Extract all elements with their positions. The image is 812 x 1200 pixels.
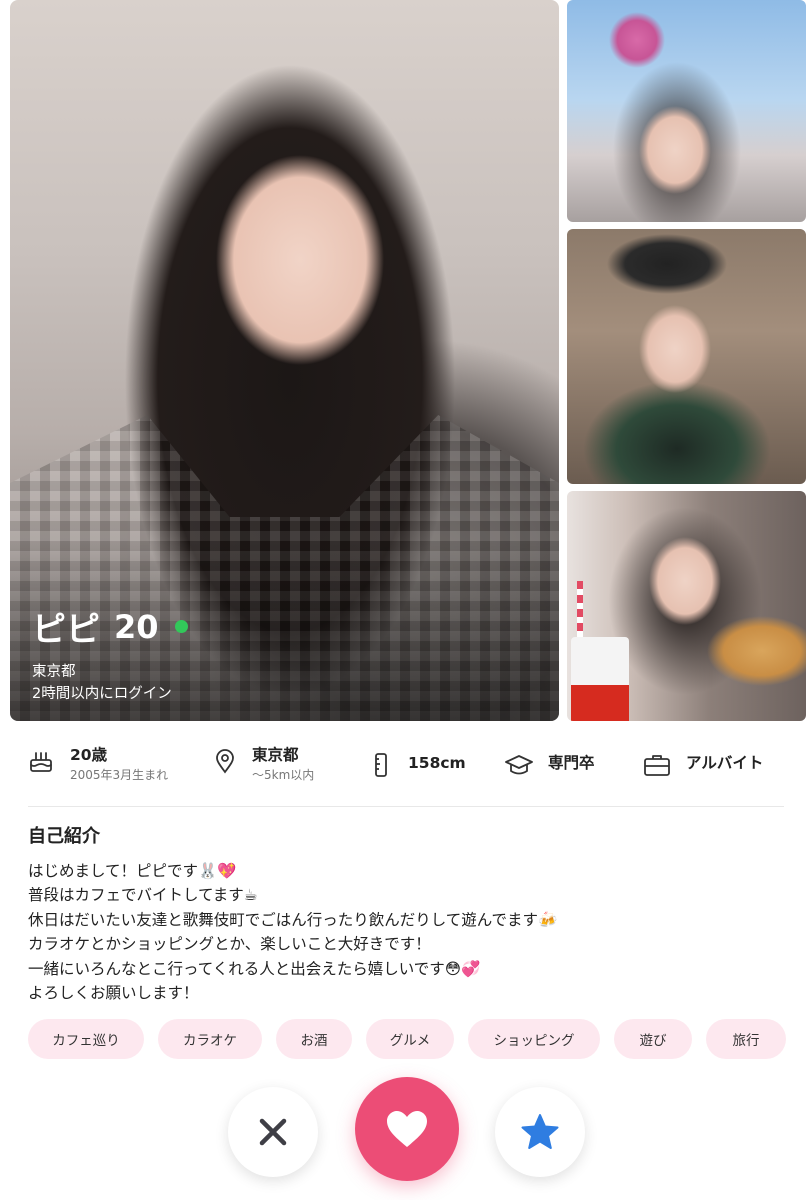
- info-occupation: アルバイト: [642, 752, 763, 778]
- interest-tags: カフェ巡り カラオケ お酒 グルメ ショッピング 遊び 旅行: [28, 1019, 798, 1059]
- intro-line: よろしくお願いします！: [28, 984, 199, 1003]
- info-height-value: 158cm: [408, 754, 466, 772]
- tag-karaoke[interactable]: カラオケ: [158, 1019, 262, 1059]
- info-education-value: 専門卒: [548, 754, 595, 772]
- intro-line: 普段はカフェでバイトしてます☕: [28, 886, 258, 905]
- pass-button[interactable]: [228, 1087, 318, 1177]
- intro-text: はじめまして！ピピです🐰💖 普段はカフェでバイトしてます☕ 休日はだいたい友達と…: [28, 859, 788, 1005]
- graduation-cap-icon: [505, 755, 533, 775]
- intro-line: はじめまして！ピピです🐰💖: [28, 862, 237, 880]
- tag-travel[interactable]: 旅行: [706, 1019, 786, 1059]
- intro-line: カラオケとかショッピングとか、楽しいこと大好きです！: [28, 935, 431, 954]
- like-button[interactable]: [355, 1077, 459, 1181]
- photo-detail: [571, 637, 629, 721]
- profile-location: 東京都: [32, 664, 76, 680]
- close-icon: [259, 1118, 287, 1146]
- tag-cafe[interactable]: カフェ巡り: [28, 1019, 144, 1059]
- tag-shopping[interactable]: ショッピング: [468, 1019, 600, 1059]
- main-profile-photo[interactable]: ピピ 20 東京都 2時間以内にログイン: [10, 0, 559, 721]
- info-location-value: 東京都: [252, 746, 299, 764]
- star-icon: [521, 1114, 559, 1149]
- briefcase-icon: [644, 755, 670, 776]
- info-occupation-value: アルバイト: [686, 754, 764, 772]
- side-photo-3[interactable]: [567, 491, 806, 721]
- info-education: 専門卒: [504, 752, 595, 778]
- tag-play[interactable]: 遊び: [614, 1019, 692, 1059]
- side-photo-2[interactable]: [567, 229, 806, 484]
- location-pin-icon: [216, 749, 234, 774]
- height-icon: [375, 753, 387, 777]
- last-login-status: 2時間以内にログイン: [32, 686, 172, 702]
- info-location: 東京都 〜5km以内: [212, 744, 314, 784]
- cake-icon: [30, 752, 52, 772]
- info-age-sub: 2005年3月生まれ: [70, 768, 169, 782]
- profile-name: ピピ: [32, 610, 100, 650]
- super-like-button[interactable]: [495, 1087, 585, 1177]
- intro-line: 休日はだいたい友達と歌舞伎町でごはん行ったり飲んだりして遊んでます🍻: [28, 910, 558, 929]
- info-age-value: 20歳: [70, 746, 108, 764]
- intro-line: 一緒にいろんなとこ行ってくれる人と出会えたら嬉しいです😳💞: [28, 959, 481, 978]
- info-location-sub: 〜5km以内: [252, 768, 315, 782]
- photo-detail: [577, 581, 583, 641]
- info-age: 20歳 2005年3月生まれ: [28, 744, 168, 784]
- profile-overlay: ピピ 20 東京都 2時間以内にログイン: [32, 602, 188, 705]
- side-photo-1[interactable]: [567, 0, 806, 222]
- heart-icon: [387, 1111, 427, 1147]
- intro-title: 自己紹介: [28, 826, 100, 847]
- online-status-dot: [174, 620, 188, 633]
- tag-alcohol[interactable]: お酒: [276, 1019, 352, 1059]
- photo-gallery: ピピ 20 東京都 2時間以内にログイン: [10, 0, 806, 722]
- profile-info-row: 20歳 2005年3月生まれ 東京都 〜5km以内 158cm 専門卒 アルバイ…: [28, 744, 788, 792]
- profile-age: 20: [114, 607, 159, 646]
- name-row: ピピ 20: [32, 602, 188, 651]
- divider: [28, 806, 784, 807]
- info-height: 158cm: [368, 752, 466, 778]
- tag-gourmet[interactable]: グルメ: [366, 1019, 454, 1059]
